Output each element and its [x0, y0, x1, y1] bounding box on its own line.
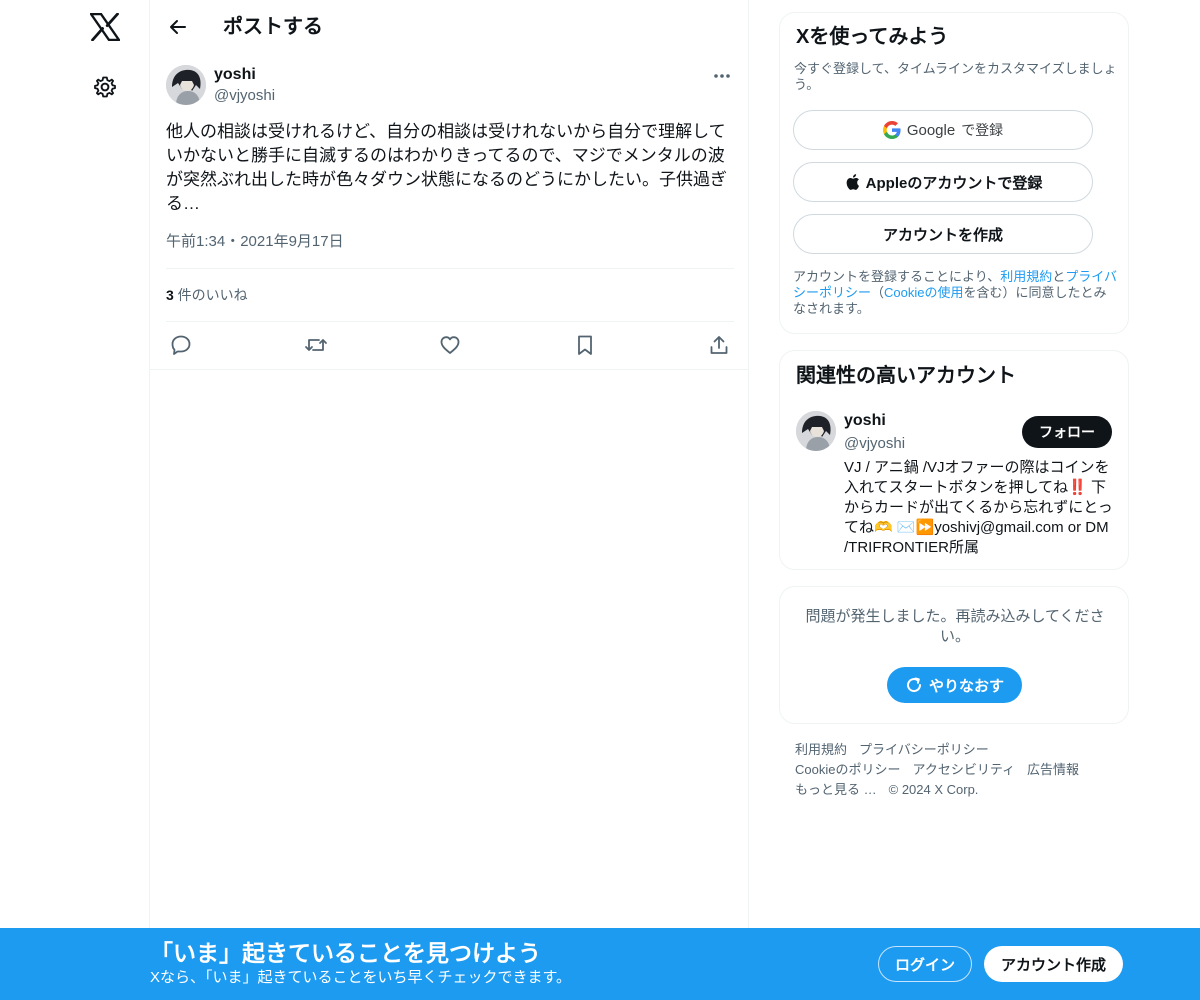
related-account-name[interactable]: yoshi	[844, 411, 886, 431]
like-button[interactable]	[437, 332, 463, 358]
bookmark-icon	[577, 335, 592, 355]
likes-count[interactable]: 3 件のいいね	[166, 285, 248, 305]
google-brand: Google	[906, 121, 956, 139]
banner-title: 「いま」起きていることを見つけよう	[150, 940, 541, 966]
related-account-bio: VJ / アニ鍋 /VJオファーの際はコインを入れてスタートボタンを押してね‼️…	[844, 459, 1113, 556]
retry-label: やりなおす	[928, 677, 1004, 695]
gear-icon[interactable]	[91, 73, 119, 101]
related-title: 関連性の高いアカウント	[796, 365, 1016, 387]
legal-notice: アカウントを登録することにより、利用規約とプライバシーポリシー（Cookieの使…	[793, 269, 1119, 317]
back-button[interactable]	[164, 13, 192, 41]
x-logo-icon[interactable]	[89, 11, 121, 43]
error-message: 問題が発生しました。再読み込みしてください。	[805, 608, 1105, 645]
legal-and: と	[1052, 269, 1066, 284]
bookmark-button[interactable]	[572, 332, 598, 358]
post-author: yoshi @vjyoshi	[166, 64, 736, 108]
reply-button[interactable]	[168, 332, 194, 358]
google-suffix: で登録	[961, 122, 1004, 138]
divider	[150, 369, 748, 370]
banner-subtitle: Xなら、「いま」起きていることをいち早くチェックできます。	[150, 969, 572, 986]
share-icon	[710, 336, 728, 354]
post-header: ポストする	[150, 0, 750, 53]
signup-title: Xを使ってみよう	[796, 26, 949, 48]
arrow-left-icon	[170, 20, 186, 34]
author-name[interactable]: yoshi	[214, 65, 256, 85]
repost-button[interactable]	[303, 332, 329, 358]
google-icon	[882, 121, 901, 139]
apple-signup-button[interactable]: Appleのアカウントで登録	[793, 162, 1093, 202]
create-account-button[interactable]: アカウントを作成	[793, 214, 1093, 254]
apple-icon	[846, 174, 859, 190]
share-button[interactable]	[706, 332, 732, 358]
signup-subtitle: 今すぐ登録して、タイムラインをカスタマイズしましょう。	[794, 61, 1117, 92]
footer-link-privacy[interactable]: プライバシーポリシー	[859, 740, 989, 760]
divider	[166, 321, 734, 322]
footer-link-terms[interactable]: 利用規約	[795, 740, 847, 760]
follow-button[interactable]: フォロー	[1022, 416, 1112, 448]
google-signup-button[interactable]: Google で登録	[793, 110, 1093, 150]
more-dots-icon	[714, 74, 730, 78]
footer-link-accessibility[interactable]: アクセシビリティ	[912, 760, 1015, 780]
post-timestamp[interactable]: 午前1:34・2021年9月17日	[166, 232, 344, 252]
divider	[166, 268, 734, 269]
footer-link-ads[interactable]: 広告情報	[1027, 760, 1079, 780]
login-button[interactable]: ログイン	[878, 946, 972, 982]
footer-link-more[interactable]: もっと見る …	[795, 780, 877, 800]
apple-signup-label: Appleのアカウントで登録	[865, 174, 1043, 192]
author-handle[interactable]: @vjyoshi	[214, 86, 275, 106]
reply-icon	[171, 335, 191, 355]
avatar[interactable]	[166, 65, 206, 105]
post-text: 他人の相談は受けれるけど、自分の相談は受けれないから自分で理解していかないと勝手…	[166, 122, 727, 213]
avatar[interactable]	[796, 411, 836, 451]
legal-prefix: アカウントを登録することにより、	[793, 269, 1001, 284]
heart-icon	[440, 336, 460, 354]
likes-number: 3	[166, 287, 174, 303]
repost-icon	[304, 339, 327, 351]
signup-banner: 「いま」起きていることを見つけよう Xなら、「いま」起きていることをいち早くチェ…	[0, 928, 1200, 1000]
footer-link-cookie[interactable]: Cookieのポリシー	[795, 760, 900, 780]
cookie-link[interactable]: Cookieの使用	[884, 285, 963, 300]
related-account-handle[interactable]: @vjyoshi	[844, 434, 905, 454]
likes-label: 件のいいね	[173, 287, 248, 303]
main-column: ポストする yoshi @vjyoshi 他人の相談は受けれるけど、自分の相談は…	[149, 0, 749, 1000]
create-account-label: アカウントを作成	[882, 226, 1003, 244]
page-title: ポストする	[223, 16, 323, 38]
left-nav	[0, 0, 150, 1000]
legal-open: （	[871, 285, 885, 300]
terms-link[interactable]: 利用規約	[1000, 269, 1052, 284]
footer-links: 利用規約 プライバシーポリシー Cookieのポリシー アクセシビリティ 広告情報 も…	[795, 740, 1115, 800]
retry-button[interactable]: やりなおす	[887, 667, 1022, 703]
signup-button[interactable]: アカウント作成	[984, 946, 1123, 982]
refresh-icon	[907, 677, 921, 693]
related-accounts-card: 関連性の高いアカウント yoshi @vjyoshi フォロー VJ / アニ鍋…	[779, 350, 1129, 570]
more-options-button[interactable]	[708, 64, 736, 88]
error-card: 問題が発生しました。再読み込みしてください。 やりなおす	[779, 586, 1129, 724]
post-actions	[166, 332, 734, 360]
signup-card: Xを使ってみよう 今すぐ登録して、タイムラインをカスタマイズしましょう。 Goo…	[779, 12, 1129, 334]
copyright: © 2024 X Corp.	[888, 782, 979, 797]
